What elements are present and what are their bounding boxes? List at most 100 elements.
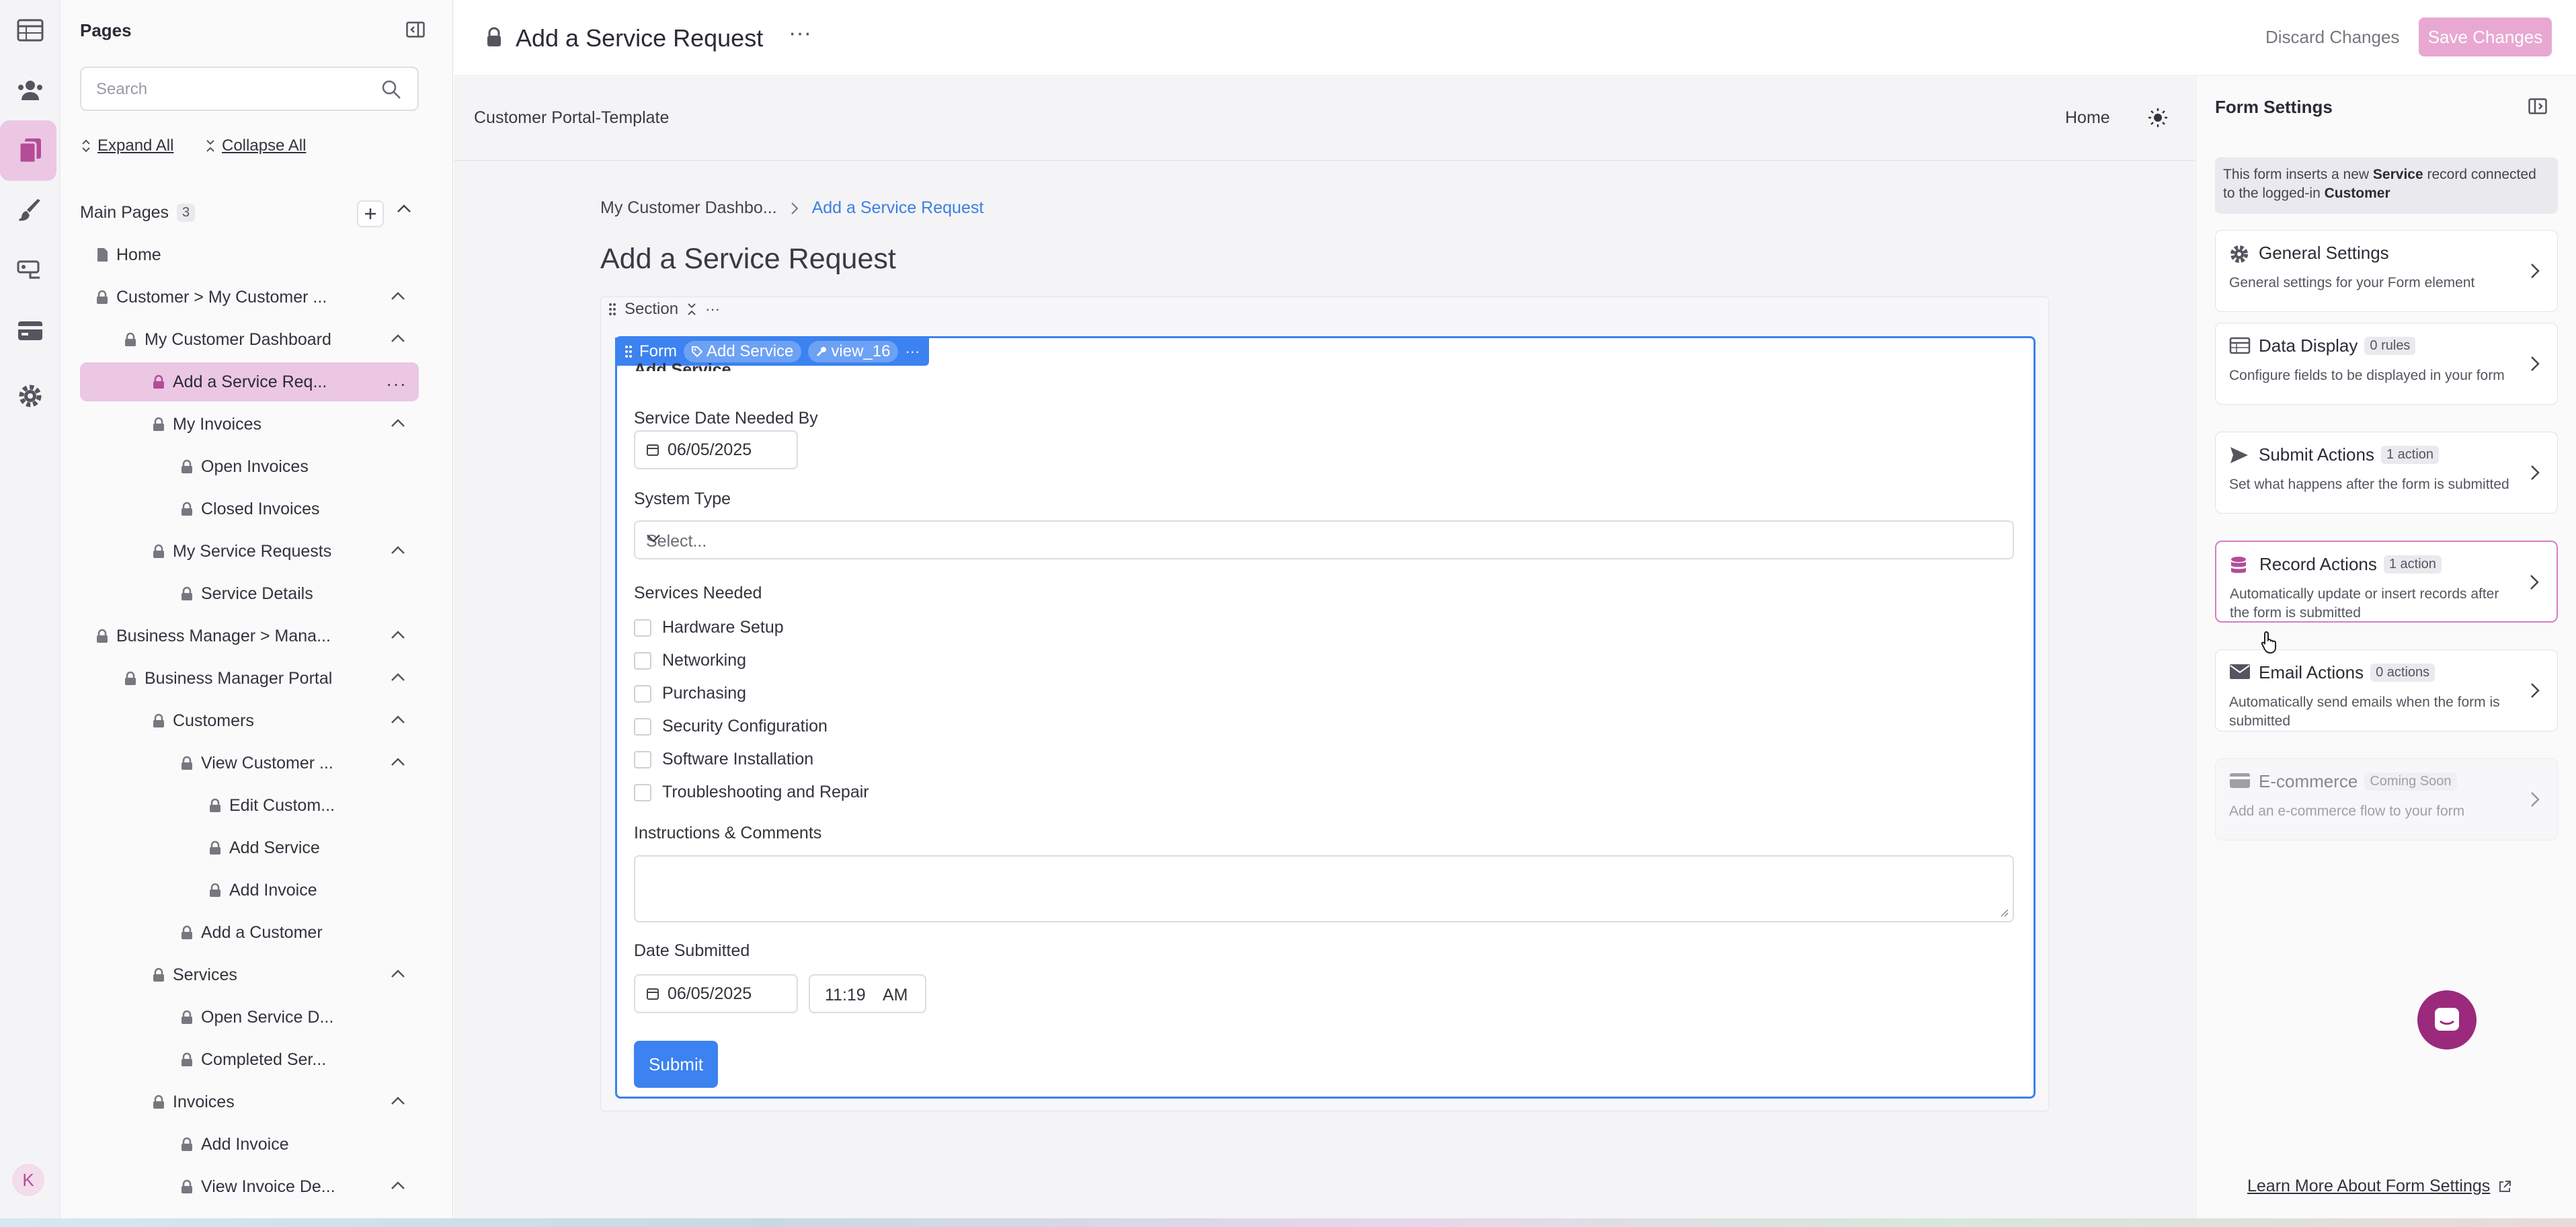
tree-item[interactable]: Add Invoice (80, 871, 419, 910)
avatar[interactable]: K (12, 1164, 44, 1196)
portal-name: Customer Portal-Template (474, 108, 670, 127)
tree-item[interactable]: View Customer ... (80, 744, 419, 783)
collapse-section-icon[interactable] (686, 303, 697, 316)
section-more-button[interactable]: ··· (705, 301, 720, 318)
gear-icon[interactable] (0, 366, 61, 426)
chevron-up-icon[interactable] (391, 333, 405, 343)
pages-icon[interactable] (0, 120, 61, 181)
date-submitted-input[interactable]: 06/05/2025 (634, 974, 798, 1013)
tree-item[interactable]: Add a Customer (80, 913, 419, 952)
service-checkbox[interactable] (634, 717, 651, 736)
resize-grip-icon[interactable] (1999, 908, 2009, 917)
tree-item[interactable]: My Service Requests (80, 532, 419, 571)
comments-textarea[interactable] (634, 855, 2014, 922)
service-checkbox[interactable] (634, 684, 651, 703)
tree-item[interactable]: Home (80, 235, 419, 274)
settings-card-badge: 0 rules (2364, 337, 2416, 355)
service-checkbox[interactable] (634, 651, 651, 670)
theme-sun-icon[interactable] (2148, 108, 2168, 128)
collapse-settings-icon[interactable] (2528, 98, 2547, 114)
service-checkbox[interactable] (634, 619, 651, 637)
save-changes-button[interactable]: Save Changes (2419, 17, 2552, 56)
form-heading: Add Service (634, 360, 731, 371)
chevron-up-icon[interactable] (391, 1181, 405, 1190)
time-submitted-input[interactable]: 11:19 AM (809, 974, 926, 1013)
submit-button[interactable]: Submit (634, 1041, 718, 1088)
chevron-up-icon[interactable] (391, 715, 405, 724)
tree-item[interactable]: Customers (80, 701, 419, 740)
chevron-up-icon[interactable] (391, 545, 405, 555)
expand-all-link[interactable]: Expand All (81, 136, 173, 155)
drag-handle-icon[interactable] (608, 303, 616, 316)
send-icon (2229, 446, 2249, 465)
service-checkbox-row[interactable]: Networking (634, 651, 746, 670)
settings-card-general-settings[interactable]: General Settings General settings for you… (2215, 230, 2558, 312)
payments-icon[interactable] (0, 301, 61, 361)
service-checkbox-row[interactable]: Hardware Setup (634, 618, 784, 637)
ampm-value[interactable]: AM (883, 986, 908, 1005)
service-checkbox[interactable] (634, 783, 651, 801)
collapse-panel-icon[interactable] (406, 22, 425, 38)
chevron-up-icon[interactable] (391, 672, 405, 682)
tree-item[interactable]: Open Service D... (80, 998, 419, 1037)
tree-item[interactable]: Closed Invoices (80, 489, 419, 528)
service-date-input[interactable]: 06/05/2025 (634, 430, 798, 469)
drag-handle-icon[interactable] (625, 345, 633, 358)
service-checkbox-row[interactable]: Purchasing (634, 684, 746, 703)
tree-item-label: Add a Service Req... (173, 372, 327, 391)
chevron-up-icon[interactable] (391, 418, 405, 428)
page-more-button[interactable]: ··· (789, 20, 811, 46)
discard-changes-button[interactable]: Discard Changes (2265, 27, 2399, 48)
form-source-pill[interactable]: Add Service (684, 341, 802, 362)
brush-icon[interactable] (0, 180, 61, 241)
search-input[interactable] (96, 80, 378, 99)
users-icon[interactable] (0, 60, 61, 120)
flows-icon[interactable] (0, 241, 61, 301)
form-view-pill[interactable]: view_16 (808, 341, 899, 362)
section-tag[interactable]: Section ··· (600, 296, 720, 322)
nav-home-link[interactable]: Home (2065, 108, 2110, 128)
tree-item[interactable]: Service Details (80, 574, 419, 613)
breadcrumb-current[interactable]: Add a Service Request (812, 198, 984, 218)
service-checkbox-row[interactable]: Security Configuration (634, 717, 828, 736)
chevron-up-icon[interactable] (391, 630, 405, 639)
tree-item-selected[interactable]: Add a Service Req... ··· (80, 362, 419, 401)
tree-item[interactable]: Invoices (80, 1082, 419, 1121)
search-box[interactable] (80, 67, 419, 111)
settings-card-submit-actions[interactable]: Submit Actions 1 action Set what happens a… (2215, 432, 2558, 514)
tree-item[interactable]: Add Invoice (80, 1125, 419, 1164)
search-icon[interactable] (381, 79, 401, 100)
tree-item[interactable]: Customer > My Customer ... (80, 278, 419, 317)
settings-card-badge: 1 action (2380, 446, 2440, 464)
breadcrumb-parent[interactable]: My Customer Dashbo... (600, 198, 777, 218)
collapse-main-pages-icon[interactable] (396, 203, 412, 214)
tree-item[interactable]: Services (80, 955, 419, 994)
settings-card-data-display[interactable]: Data Display 0 rules Configure fields to b… (2215, 323, 2558, 405)
service-checkbox-row[interactable]: Software Installation (634, 750, 813, 769)
chevron-up-icon[interactable] (391, 1096, 405, 1105)
add-page-button[interactable] (357, 200, 384, 227)
settings-card-record-actions[interactable]: Record Actions 1 action Automatically upda… (2215, 541, 2558, 623)
tree-item[interactable]: Edit Custom... (80, 786, 419, 825)
tree-item[interactable]: Open Invoices (80, 447, 419, 486)
system-type-select[interactable]: Select... (634, 520, 2014, 559)
chevron-up-icon[interactable] (391, 757, 405, 766)
form-more-button[interactable]: ··· (905, 343, 920, 360)
collapse-all-link[interactable]: Collapse All (206, 136, 306, 155)
tree-item[interactable]: Completed Ser... (80, 1040, 419, 1079)
learn-more-link[interactable]: Learn More About Form Settings (2247, 1177, 2511, 1196)
tree-item-more-button[interactable]: ··· (386, 373, 407, 395)
tree-item[interactable]: Business Manager Portal (80, 659, 419, 698)
tree-item[interactable]: My Invoices (80, 405, 419, 444)
tree-item[interactable]: Business Manager > Mana... (80, 617, 419, 656)
settings-card-email-actions[interactable]: Email Actions 0 actions Automatically send… (2215, 649, 2558, 731)
tables-icon[interactable] (0, 0, 61, 61)
tree-item[interactable]: View Invoice De... (80, 1167, 419, 1206)
service-checkbox[interactable] (634, 750, 651, 768)
chevron-up-icon[interactable] (391, 291, 405, 301)
service-checkbox-row[interactable]: Troubleshooting and Repair (634, 783, 869, 802)
support-chat-button[interactable] (2417, 990, 2477, 1050)
chevron-up-icon[interactable] (391, 969, 405, 978)
tree-item[interactable]: My Customer Dashboard (80, 320, 419, 359)
tree-item[interactable]: Add Service (80, 828, 419, 867)
